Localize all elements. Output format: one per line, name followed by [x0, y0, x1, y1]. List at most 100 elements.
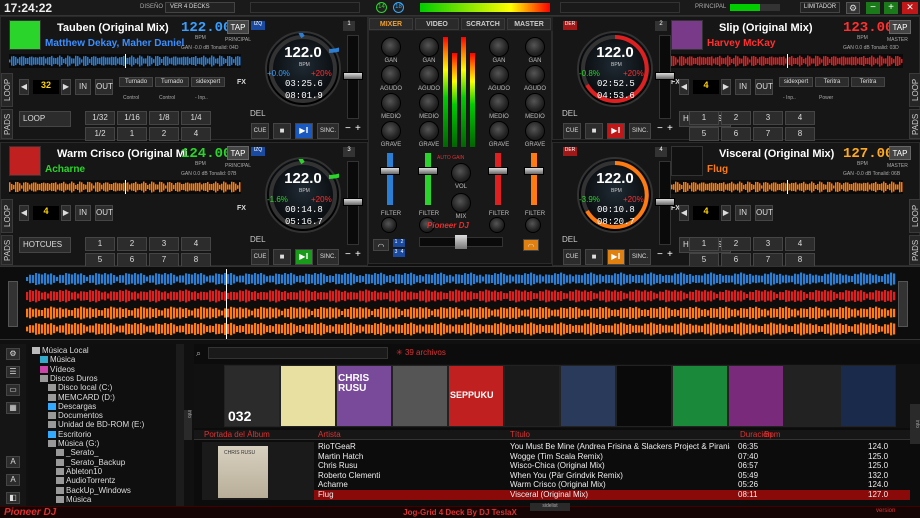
pitch-minus-button[interactable]: −	[657, 123, 663, 134]
fx-slot-1[interactable]: sidexpert	[779, 77, 813, 87]
header-album-art[interactable]: Portada del Álbum	[204, 430, 314, 439]
pitch-minus-button[interactable]: −	[345, 123, 351, 134]
pad-6[interactable]: 1	[117, 127, 147, 141]
pitch-fader[interactable]	[343, 35, 363, 119]
letter-a-small-icon[interactable]: A	[6, 474, 20, 486]
play-pause-button[interactable]: ▶‖	[295, 123, 313, 139]
loop-halve-button[interactable]: ◀	[679, 205, 689, 221]
tap-button[interactable]: TAP	[889, 20, 911, 34]
stop-button[interactable]: ■	[585, 249, 603, 265]
tap-button[interactable]: TAP	[227, 146, 249, 160]
pitch-minus-button[interactable]: −	[345, 249, 351, 260]
loop-in-button[interactable]: IN	[735, 205, 751, 221]
pad-1[interactable]: 1	[689, 237, 719, 251]
tree-scrollbar[interactable]	[176, 344, 184, 506]
sync-button[interactable]: SINC.	[629, 123, 651, 139]
play-pause-button[interactable]: ▶‖	[607, 123, 625, 139]
pitch-fader[interactable]	[655, 161, 675, 245]
deck-waveform[interactable]	[671, 54, 903, 68]
pad-3[interactable]: 3	[753, 237, 783, 251]
pad-mode-select[interactable]: LOOP	[19, 111, 71, 127]
pad-5[interactable]: 5	[689, 127, 719, 141]
play-pause-button[interactable]: ▶‖	[607, 249, 625, 265]
loop-halve-button[interactable]: ◀	[19, 205, 29, 221]
knob-gan-1[interactable]	[381, 37, 401, 57]
knob-medio-2[interactable]	[419, 93, 439, 113]
maximize-icon[interactable]: +	[884, 2, 898, 14]
pad-mode-select[interactable]: HOTCUES	[19, 237, 71, 253]
pitch-fader-cap[interactable]	[655, 72, 675, 80]
knob-agudo-2[interactable]	[419, 65, 439, 85]
pad-5[interactable]: 5	[689, 253, 719, 267]
header-artist[interactable]: Artista	[318, 430, 468, 439]
pitch-fader[interactable]	[343, 161, 363, 245]
loop-double-button[interactable]: ▶	[61, 79, 71, 95]
header-bpm[interactable]: Bpm	[764, 430, 794, 439]
channel-fader[interactable]	[387, 153, 393, 205]
cover-thumbnail[interactable]	[280, 365, 336, 427]
pad-6[interactable]: 6	[117, 253, 147, 267]
pad-1[interactable]: 1	[689, 111, 719, 125]
limiter-button[interactable]: LIMITADOR	[800, 2, 840, 13]
pad-2[interactable]: 1/16	[117, 111, 147, 125]
loop-value[interactable]: 4	[33, 206, 59, 220]
channel-fader[interactable]	[495, 153, 501, 205]
cover-thumbnail[interactable]	[840, 365, 896, 427]
knob-gan-4[interactable]	[525, 37, 545, 57]
fx-slot-3[interactable]: sidexpert	[191, 77, 225, 87]
knob-agudo-1[interactable]	[381, 65, 401, 85]
channel-fader-cap[interactable]	[524, 167, 544, 175]
loop-halve-button[interactable]: ◀	[679, 79, 689, 95]
pad-4[interactable]: 4	[181, 237, 211, 251]
pad-5[interactable]: 1/2	[85, 127, 115, 141]
cover-thumbnail[interactable]	[392, 365, 448, 427]
pad-1[interactable]: 1	[85, 237, 115, 251]
pad-4[interactable]: 1/4	[181, 111, 211, 125]
loop-out-button[interactable]: OUT	[95, 79, 113, 95]
cue-button[interactable]: CUE	[563, 123, 581, 139]
headphone-cue-left[interactable]: ◠	[373, 239, 389, 251]
cover-thumbnail[interactable]	[504, 365, 560, 427]
settings-gear-icon[interactable]: ⚙	[846, 2, 860, 14]
channel-fader-cap[interactable]	[380, 167, 400, 175]
cover-thumbnail[interactable]	[616, 365, 672, 427]
pad-6[interactable]: 6	[721, 253, 751, 267]
pad-3[interactable]: 3	[753, 111, 783, 125]
pad-2[interactable]: 2	[117, 237, 147, 251]
deck-waveform[interactable]	[9, 54, 241, 68]
pad-7[interactable]: 7	[753, 253, 783, 267]
cover-thumbnail[interactable]	[728, 365, 784, 427]
mixer-tab-scratch[interactable]: SCRATCH	[461, 18, 505, 30]
filter-knob-3[interactable]	[489, 217, 505, 233]
pitch-fader-cap[interactable]	[343, 198, 363, 206]
fx-slot-2[interactable]: Teritra	[815, 77, 849, 87]
loop-in-button[interactable]: IN	[735, 79, 751, 95]
pad-8[interactable]: 8	[785, 253, 815, 267]
pad-7[interactable]: 7	[149, 253, 179, 267]
cue-button[interactable]: CUE	[251, 123, 269, 139]
loop-double-button[interactable]: ▶	[61, 205, 71, 221]
tap-button[interactable]: TAP	[227, 20, 249, 34]
knob-medio-4[interactable]	[525, 93, 545, 113]
knob-gan-2[interactable]	[419, 37, 439, 57]
pad-8[interactable]: 8	[181, 253, 211, 267]
loop-double-button[interactable]: ▶	[721, 205, 731, 221]
cue-button[interactable]: CUE	[251, 249, 269, 265]
channel-fader-cap[interactable]	[418, 167, 438, 175]
pad-4[interactable]: 4	[785, 237, 815, 251]
table-row[interactable]: Acharne Warm Crisco (Original Mix) 05:26 12…	[314, 480, 910, 490]
pad-8[interactable]: 4	[181, 127, 211, 141]
channel-fader[interactable]	[425, 153, 431, 205]
minimize-icon[interactable]: −	[866, 2, 880, 14]
knob-grave-1[interactable]	[381, 121, 401, 141]
letter-a-icon[interactable]: A	[6, 456, 20, 468]
fx-slot-3[interactable]: Teritra	[851, 77, 885, 87]
play-pause-button[interactable]: ▶‖	[295, 249, 313, 265]
pad-2[interactable]: 2	[721, 237, 751, 251]
search-input[interactable]	[208, 347, 388, 359]
loop-value[interactable]: 32	[33, 80, 59, 94]
list-view-icon[interactable]: ☰	[6, 366, 20, 378]
pitch-plus-button[interactable]: +	[355, 249, 361, 260]
waveform-overview[interactable]	[0, 266, 920, 340]
sync-button[interactable]: SINC.	[317, 249, 339, 265]
